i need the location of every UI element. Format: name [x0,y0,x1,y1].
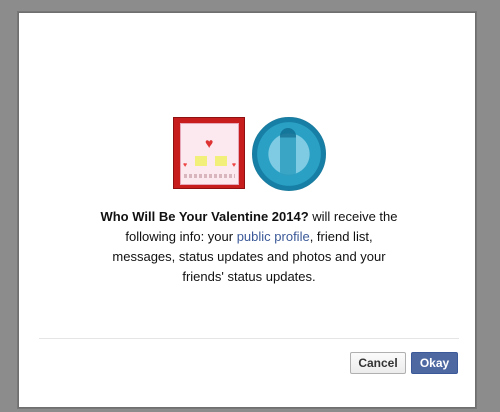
permission-message: Who Will Be Your Valentine 2014? will re… [99,207,399,287]
valentine-app-icon: ♥ ♥ ♥ [173,117,245,189]
footer-divider [39,338,459,339]
profile-picture-icon [252,117,326,191]
card-caption [184,174,235,178]
heart-icon: ♥ [205,135,214,151]
app-icons: ♥ ♥ ♥ [173,117,326,191]
cancel-button[interactable]: Cancel [350,352,406,374]
small-hearts: ♥ ♥ [183,162,236,169]
app-name: Who Will Be Your Valentine 2014? [100,209,309,224]
app-card-image: ♥ ♥ ♥ [180,123,239,185]
public-profile-link[interactable]: public profile [237,229,310,244]
okay-button[interactable]: Okay [411,352,458,374]
profile-figure [280,128,296,176]
permission-dialog: ♥ ♥ ♥ Who Will Be Your Valentine 2014? wi… [18,12,476,408]
